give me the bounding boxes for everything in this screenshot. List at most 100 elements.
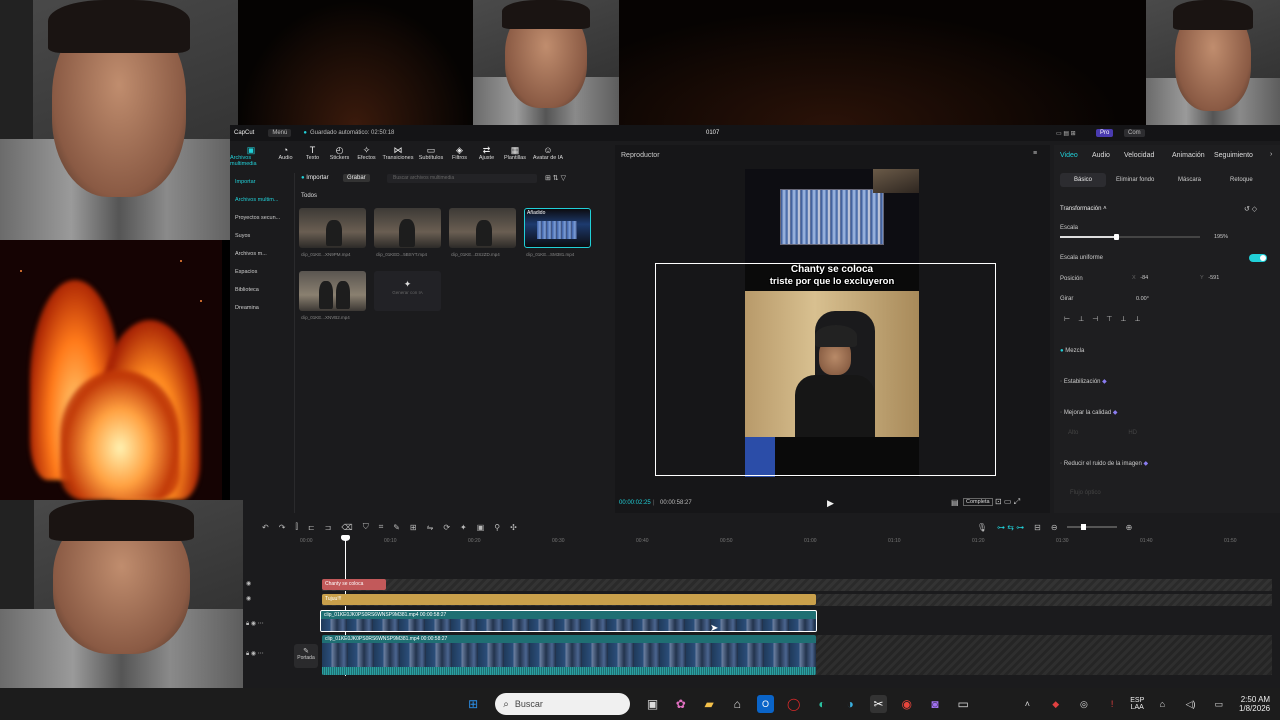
link-icon[interactable]: ⊶ ⇆ ⊶ xyxy=(997,523,1024,532)
magic-icon[interactable]: ✎ xyxy=(393,523,400,532)
task-view-icon[interactable]: ▣ xyxy=(644,695,660,713)
battery-icon[interactable]: ▭ xyxy=(1211,695,1227,713)
playhead-handle[interactable] xyxy=(341,535,350,541)
sidebar-item-import[interactable]: Importar xyxy=(230,173,292,191)
twitch-icon[interactable]: ◙ xyxy=(927,695,943,713)
edge-dev-icon[interactable]: ◑ xyxy=(842,695,858,713)
redo-icon[interactable]: ↷ xyxy=(279,523,286,532)
media-thumb-1[interactable] xyxy=(299,208,366,248)
layout-icon[interactable]: ▭ ▤ ⊞ xyxy=(1056,130,1076,137)
rotate-value[interactable]: 0.00° xyxy=(1136,296,1149,302)
text-track-eye-icon[interactable]: ◉ xyxy=(246,580,251,587)
video-clip-selected[interactable]: clip_01KE0JK0PS0RS6WNSP9M381.mp4 00:00:5… xyxy=(320,610,817,632)
subtab-basic[interactable]: Básico xyxy=(1060,173,1106,187)
align-icons[interactable]: ⊢⊥⊣⊤⊥⊥ xyxy=(1064,315,1149,323)
player-tools-icon[interactable]: ▤ xyxy=(951,498,959,507)
tab-more-icon[interactable]: › xyxy=(1270,151,1272,158)
undo-icon[interactable]: ↶ xyxy=(262,523,269,532)
play-button[interactable]: ▶ xyxy=(827,498,834,509)
toolbar-adjust[interactable]: ⇄ Ajuste xyxy=(473,145,500,167)
chrome-icon[interactable]: ◉ xyxy=(899,695,915,713)
optical-flow-row[interactable]: Flujo óptico xyxy=(1070,490,1101,496)
tray-icon-1[interactable]: ◆ xyxy=(1048,695,1064,713)
menu-button[interactable]: Menú xyxy=(268,129,292,137)
sidebar-item-projects[interactable]: Proyectos secun... xyxy=(230,209,292,227)
zoom-knob[interactable] xyxy=(1080,524,1086,530)
freeze-icon[interactable]: ⊞ xyxy=(410,523,417,532)
taskbar-search[interactable]: ⌕ Buscar xyxy=(495,693,631,715)
cover-button[interactable]: ✎ Portada xyxy=(294,644,318,668)
toolbar-audio[interactable]: ◔ Audio xyxy=(272,145,299,167)
generate-ai-button[interactable]: ✦ Generar con IA xyxy=(374,271,441,311)
video-clip-main[interactable]: clip_01KE0JK0PS0RS6WNSP9M381.mp4 00:00:5… xyxy=(322,635,816,675)
sidebar-item-media[interactable]: Archivos multim... xyxy=(230,191,292,209)
media-thumb-4[interactable]: Añadido xyxy=(524,208,591,248)
capcut-icon[interactable]: ✂ xyxy=(870,695,887,713)
scale-slider[interactable] xyxy=(1060,234,1200,240)
toolbar-stickers[interactable]: ◴ Stickers xyxy=(326,145,353,167)
outlook-icon[interactable]: O xyxy=(757,695,774,713)
file-explorer-icon[interactable]: ▰ xyxy=(701,695,717,713)
sort-icon[interactable]: ⊞ ⇅ ▽ xyxy=(545,174,566,182)
record-tab[interactable]: Grabar xyxy=(343,174,370,182)
denoise-row[interactable]: ▫ Reducir el ruido de la imagen ◆ xyxy=(1060,460,1148,467)
app-icon[interactable]: ▭ xyxy=(955,695,971,713)
tab-animation[interactable]: Animación xyxy=(1172,152,1205,159)
reset-icon[interactable]: ↺ ◇ xyxy=(1244,205,1257,213)
pos-y-field[interactable]: Y -591 xyxy=(1200,275,1219,281)
selection-box[interactable] xyxy=(655,263,996,476)
delete-icon[interactable]: ⌫ xyxy=(341,523,352,532)
pos-x-field[interactable]: X -84 xyxy=(1132,275,1148,281)
subtab-retouch[interactable]: Retoque xyxy=(1230,177,1253,183)
split-left-icon[interactable]: ⊏ xyxy=(308,523,315,532)
store-icon[interactable]: ⌂ xyxy=(729,695,745,713)
tab-speed[interactable]: Velocidad xyxy=(1124,152,1154,159)
player-menu-icon[interactable]: ≡ xyxy=(1033,150,1037,157)
tray-up-icon[interactable]: ˄ xyxy=(1019,695,1035,713)
main-track-lock-icon[interactable]: 🔒︎ ◉ ⋯ xyxy=(246,650,264,658)
tray-icon-2[interactable]: ◎ xyxy=(1076,695,1092,713)
sidebar-item-files[interactable]: Archivos m... xyxy=(230,245,292,263)
toolbar-templates[interactable]: ▦ Plantillas xyxy=(500,145,530,167)
zoom-out-icon[interactable]: ⊖ xyxy=(1051,523,1058,532)
uniform-scale-toggle[interactable] xyxy=(1249,254,1267,262)
filter-all[interactable]: Todos xyxy=(301,193,317,199)
toolbar-filters[interactable]: ◈ Filtros xyxy=(446,145,473,167)
copilot-icon[interactable]: ✿ xyxy=(673,695,689,713)
subtab-remove-bg[interactable]: Eliminar fondo xyxy=(1116,177,1154,183)
rotate-icon[interactable]: ⟳ xyxy=(443,523,450,532)
preview-axis-icon[interactable]: ⊟ xyxy=(1034,523,1041,532)
fullscreen-icon[interactable]: ⊡ ▭ ⤢ xyxy=(995,497,1020,507)
toolbar-subtitles[interactable]: ▭ Subtítulos xyxy=(416,145,446,167)
network-icon[interactable]: ⌂ xyxy=(1154,695,1170,713)
language-indicator[interactable]: ESP LAA xyxy=(1130,697,1144,711)
mic-tray-icon[interactable]: ǃ xyxy=(1104,695,1120,713)
text-clip[interactable]: Chanty se coloca xyxy=(322,579,386,590)
clock[interactable]: 2:50 AM 1/8/2026 xyxy=(1239,695,1270,713)
split-right-icon[interactable]: ⊐ xyxy=(325,523,332,532)
sidebar-item-yours[interactable]: Suyos xyxy=(230,227,292,245)
tab-tracking[interactable]: Seguimiento xyxy=(1214,152,1253,159)
expand-icon[interactable]: ✣ xyxy=(510,523,517,532)
tab-audio[interactable]: Audio xyxy=(1092,152,1110,159)
start-icon[interactable]: ⊞ xyxy=(465,695,481,713)
subtab-mask[interactable]: Máscara xyxy=(1178,177,1201,183)
zoom-in-icon[interactable]: ⊕ xyxy=(1126,523,1133,532)
import-tab[interactable]: ● Importar xyxy=(301,175,329,181)
transform-header[interactable]: Transformación ˄ xyxy=(1060,206,1107,212)
scale-value[interactable]: 195% xyxy=(1214,234,1228,240)
mirror-icon[interactable]: ⇋ xyxy=(427,523,434,532)
split-icon[interactable]: ⫿ xyxy=(295,522,298,532)
toolbar-media[interactable]: ▣ Archivos multimedia xyxy=(230,145,272,167)
sidebar-item-dreamina[interactable]: Dreamina xyxy=(230,299,292,317)
overlay-clip[interactable]: Tujuu!!! xyxy=(322,594,816,605)
enhance-option[interactable]: Alto HD xyxy=(1068,430,1137,436)
pro-button[interactable]: Pro xyxy=(1096,129,1114,137)
enhance-row[interactable]: ▫ Mejorar la calidad ◆ xyxy=(1060,409,1117,416)
toolbar-effects[interactable]: ✧ Efectos xyxy=(353,145,380,167)
toolbar-ai-avatar[interactable]: ☺ Avatar de IA xyxy=(530,145,566,167)
media-thumb-5[interactable] xyxy=(299,271,366,311)
edge-icon[interactable]: ◐ xyxy=(814,695,830,713)
media-search-input[interactable]: Buscar archivos multimedia xyxy=(387,174,537,183)
media-thumb-3[interactable] xyxy=(449,208,516,248)
